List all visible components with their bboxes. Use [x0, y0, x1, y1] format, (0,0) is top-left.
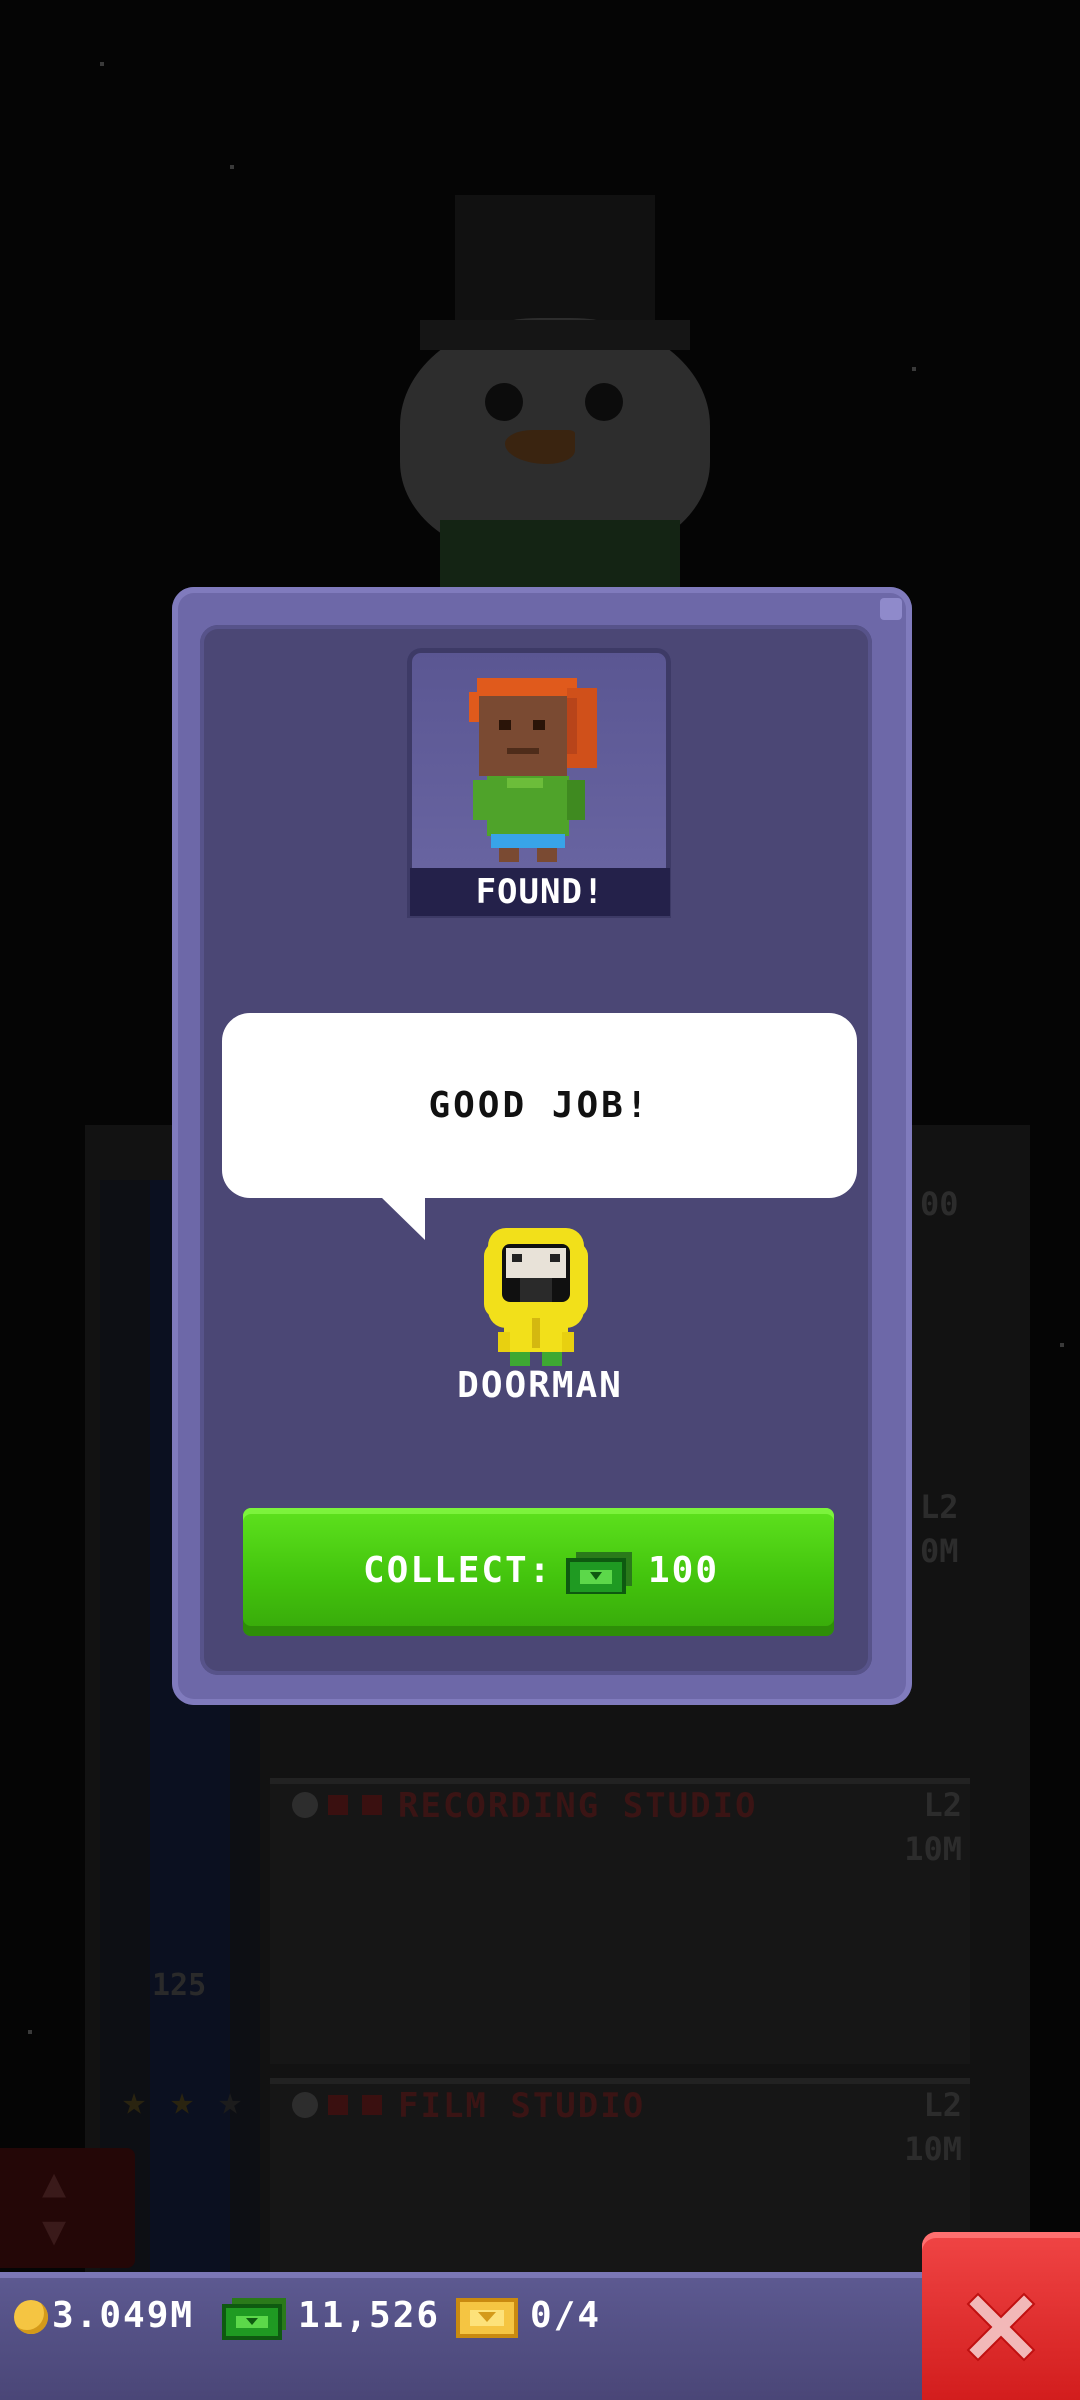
floor-level: L2 [923, 1786, 962, 1824]
collect-amount: 100 [648, 1550, 720, 1591]
stock-empty-icon [362, 2095, 382, 2115]
floor-level: L2 [923, 2086, 962, 2124]
floor-level-partial: L2 [920, 1488, 959, 1526]
floor-time-partial: 0M [920, 1532, 959, 1570]
elevator-button[interactable]: ▲ ▼ [0, 2148, 135, 2268]
npc-name: DOORMAN [457, 1365, 623, 1406]
rating-star-icon: ★ [122, 2078, 147, 2124]
bux-icon [566, 1552, 632, 1594]
collect-label: COLLECT: [363, 1550, 553, 1591]
doorman-sprite-icon [484, 1228, 588, 1366]
clock-icon [292, 1792, 318, 1818]
star [100, 62, 104, 66]
star [230, 165, 234, 169]
chevron-down-icon: ▼ [42, 2208, 67, 2254]
golden-ticket-icon [456, 2298, 518, 2338]
coins-count: 3.049M [52, 2295, 195, 2336]
star [1060, 1343, 1064, 1347]
stock-empty-icon [328, 2095, 348, 2115]
close-icon [966, 2292, 1036, 2362]
floor-title: RECORDING STUDIO [398, 1786, 758, 1826]
floor-number: 125 [152, 1968, 207, 2003]
speech-text: GOOD JOB! [428, 1085, 651, 1126]
star [912, 367, 916, 371]
clock-icon [292, 2092, 318, 2118]
coin-icon [14, 2300, 48, 2334]
close-button[interactable] [922, 2232, 1080, 2400]
rating-star-icon: ★ [218, 2078, 243, 2124]
speech-bubble-tail [380, 1196, 425, 1240]
rating-star-icon: ★ [170, 2078, 195, 2124]
snowman-eye [585, 383, 623, 421]
stock-empty-icon [362, 1795, 382, 1815]
snowman-eye [485, 383, 523, 421]
snowman-scarf [440, 520, 680, 590]
tickets-count: 0/4 [530, 2295, 602, 2336]
floor-timer: 10M [904, 2130, 962, 2168]
bottom-status-bar [0, 2272, 1080, 2400]
popup-corner [880, 598, 902, 620]
bux-icon [222, 2298, 286, 2340]
bux-count: 11,526 [298, 2295, 441, 2336]
stock-empty-icon [328, 1795, 348, 1815]
floor-title: FILM STUDIO [398, 2086, 646, 2126]
chevron-up-icon: ▲ [42, 2160, 67, 2206]
found-label: FOUND! [410, 868, 670, 916]
star [28, 2030, 32, 2034]
snowman-hat-brim [420, 320, 690, 350]
floor-timer: 10M [904, 1830, 962, 1868]
floor-top-partial: 00 [920, 1185, 959, 1223]
